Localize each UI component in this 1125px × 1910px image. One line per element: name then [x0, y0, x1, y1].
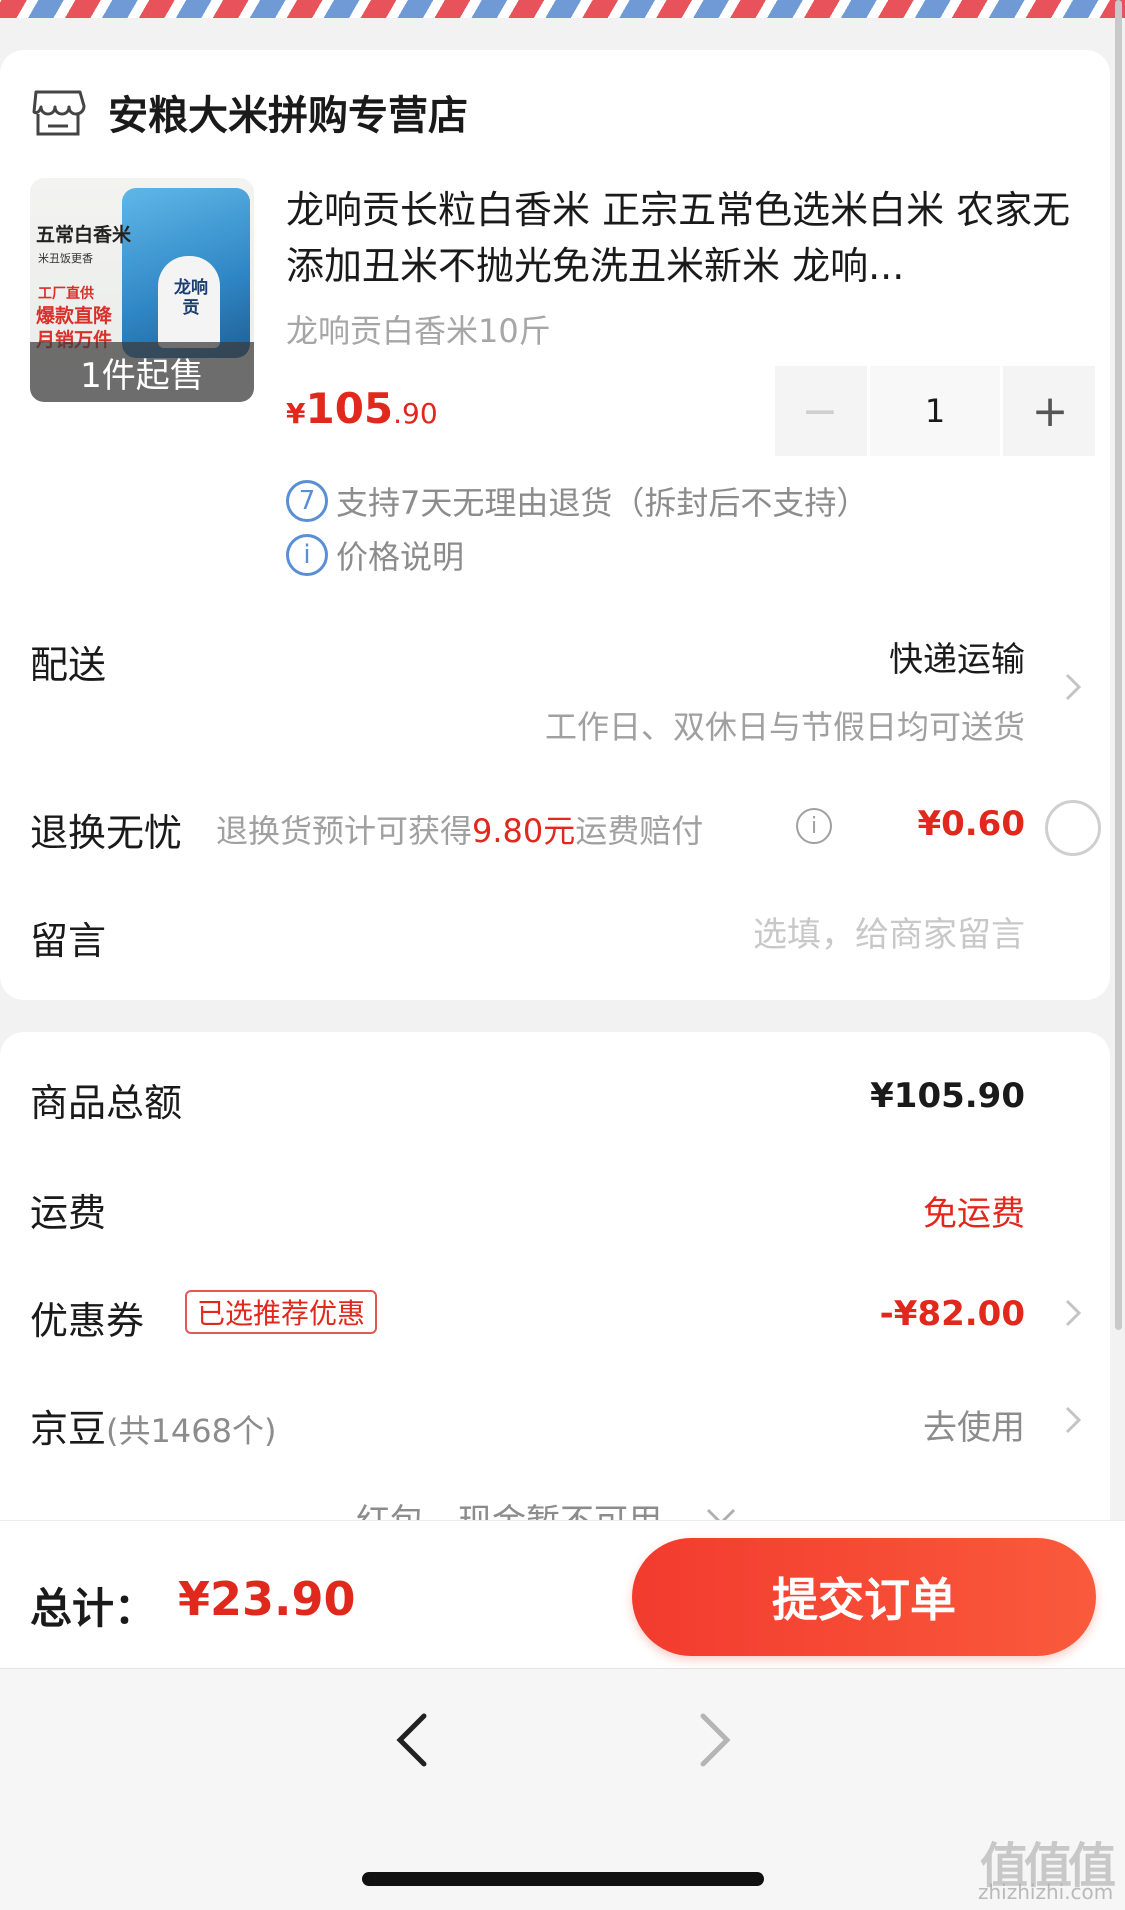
message-label: 留言	[30, 919, 107, 963]
jingdou-use-link[interactable]: 去使用	[923, 1400, 1025, 1449]
decrease-button[interactable]: −	[775, 366, 865, 456]
product-spec: 龙响贡白香米10斤	[286, 312, 551, 350]
coupon-value[interactable]: -¥82.00	[880, 1294, 1025, 1334]
price-decimal: .90	[393, 397, 438, 430]
jingdou-row: 京豆(共1468个)	[30, 1398, 276, 1453]
total-value: ¥23.90	[178, 1572, 356, 1626]
goods-total-value: ¥105.90	[870, 1076, 1025, 1116]
chevron-right-icon[interactable]	[1058, 1405, 1088, 1435]
thumb-line4a: 爆款直降	[36, 305, 113, 327]
thumb-line1: 五常白香米	[36, 224, 132, 246]
min-order-overlay: 1件起售	[30, 342, 254, 402]
info-icon[interactable]: i	[796, 808, 832, 844]
thumb-line3: 工厂直供	[38, 286, 94, 302]
delivery-note: 工作日、双休日与节假日均可送货	[544, 708, 1025, 746]
bag-brand-text: 龙响贡	[174, 278, 208, 318]
quantity-value[interactable]: 1	[867, 366, 1003, 456]
chevron-right-icon[interactable]	[1058, 1298, 1088, 1328]
return-desc-amount: 9.80元	[472, 812, 576, 850]
coupon-label: 优惠券	[30, 1299, 145, 1343]
watermark-url: zhizhizhi.com	[978, 1880, 1114, 1904]
thumb-line2: 米丑饭更香	[38, 252, 93, 265]
store-name: 安粮大米拼购专营店	[108, 93, 468, 139]
price-explanation-text: 价格说明	[336, 538, 465, 576]
return-worry-free-label: 退换无忧	[30, 811, 183, 855]
order-confirm-page: 安粮大米拼购专营店 龙响贡 五常白香米 米丑饭更香 工厂直供 爆款直降 月销万件…	[0, 0, 1125, 1910]
store-header[interactable]: 安粮大米拼购专营店	[30, 82, 468, 142]
submit-order-button[interactable]: 提交订单	[632, 1538, 1096, 1656]
jingdou-count: (共1468个)	[106, 1412, 277, 1450]
return-desc-prefix: 退换货预计可获得	[216, 812, 473, 850]
price-integer: 105	[305, 384, 394, 433]
price-explanation[interactable]: i 价格说明	[286, 532, 464, 578]
forward-arrow-icon[interactable]	[695, 1712, 735, 1768]
coupon-badge: 已选推荐优惠	[185, 1290, 378, 1334]
price-currency: ¥	[286, 397, 306, 430]
return-desc-suffix: 运费赔付	[575, 812, 704, 850]
shipping-label: 运费	[30, 1191, 107, 1235]
seven-day-icon: 7	[286, 480, 328, 522]
home-indicator[interactable]	[362, 1872, 764, 1886]
return-insurance-price: ¥0.60	[917, 804, 1025, 844]
jingdou-label: 京豆	[30, 1407, 107, 1451]
product-title[interactable]: 龙响贡长粒白香米 正宗五常色选米白米 农家无添加丑米不抛光免洗丑米新米 龙响..…	[286, 182, 1076, 294]
return-policy-text: 支持7天无理由退货（拆封后不支持）	[336, 484, 869, 522]
increase-button[interactable]: +	[1005, 366, 1095, 456]
shipping-value: 免运费	[923, 1194, 1025, 1234]
product-price: ¥105.90	[286, 384, 438, 433]
goods-total-label: 商品总额	[30, 1081, 183, 1125]
chevron-right-icon[interactable]	[1058, 672, 1088, 702]
info-icon: i	[286, 534, 328, 576]
airmail-stripe	[0, 0, 1125, 18]
store-icon	[32, 90, 86, 136]
delivery-method[interactable]: 快递运输	[889, 632, 1025, 681]
return-insurance-radio[interactable]	[1045, 800, 1101, 856]
delivery-label: 配送	[30, 643, 107, 687]
product-thumbnail[interactable]: 龙响贡 五常白香米 米丑饭更香 工厂直供 爆款直降 月销万件 1件起售	[30, 178, 254, 402]
message-input[interactable]	[625, 910, 1025, 960]
return-description: 退换货预计可获得9.80元运费赔付	[216, 806, 703, 852]
return-policy[interactable]: 7 支持7天无理由退货（拆封后不支持）	[286, 478, 868, 524]
total-label: 总计：	[30, 1584, 157, 1633]
back-arrow-icon[interactable]	[392, 1712, 432, 1768]
quantity-stepper: − 1 +	[775, 366, 1095, 456]
scrollbar[interactable]	[1115, 0, 1122, 1330]
